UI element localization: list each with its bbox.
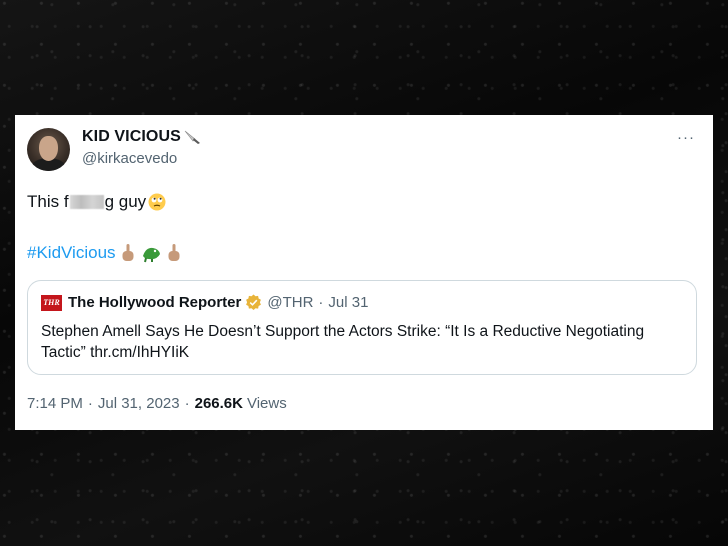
crocodile-icon (142, 247, 160, 263)
middle-finger-icon (168, 244, 180, 261)
meta-separator: · (87, 395, 93, 412)
quoted-tweet-header: THR The Hollywood Reporter @THR · Jul 31 (41, 294, 368, 311)
author-handle[interactable]: @kirkacevedo (82, 150, 177, 167)
display-name[interactable]: KID VICIOUS (82, 128, 181, 146)
hashtag-row: #KidVicious (27, 243, 182, 263)
views-label: Views (246, 395, 287, 412)
avatar-face (39, 136, 58, 161)
hashtag-link[interactable]: #KidVicious (27, 243, 116, 263)
meta-separator: · (184, 395, 190, 412)
tweet-text-after: g guy (104, 192, 147, 211)
quoted-author-name[interactable]: The Hollywood Reporter (68, 294, 241, 311)
quoted-date[interactable]: Jul 31 (328, 294, 368, 311)
tweet-time[interactable]: 7:14 PM (27, 395, 83, 412)
middle-finger-icon (122, 244, 134, 261)
more-icon[interactable]: ··· (677, 129, 695, 146)
avatar[interactable] (27, 128, 70, 171)
quoted-tweet-text: Stephen Amell Says He Doesn’t Support th… (41, 323, 645, 361)
censored-text (69, 195, 104, 209)
views-count: 266.6K (194, 395, 243, 412)
eye-roll-emoji-icon (148, 193, 166, 211)
tweet-text: This f g guy (27, 192, 166, 212)
tweet-date[interactable]: Jul 31, 2023 (98, 395, 180, 412)
verified-badge-icon (246, 294, 262, 310)
quoted-tweet[interactable]: THR The Hollywood Reporter @THR · Jul 31… (27, 280, 697, 375)
tweet-card: KID VICIOUS @kirkacevedo ··· This f g gu… (15, 115, 713, 430)
thr-logo[interactable]: THR (41, 294, 62, 311)
author-name-row[interactable]: KID VICIOUS (82, 128, 203, 146)
tweet-text-before: This f (27, 192, 69, 211)
tweet-meta: 7:14 PM · Jul 31, 2023 · 266.6K Views (27, 395, 287, 412)
quoted-separator: · (318, 294, 324, 311)
quoted-author-handle[interactable]: @THR (267, 294, 313, 311)
knife-icon (184, 130, 200, 144)
